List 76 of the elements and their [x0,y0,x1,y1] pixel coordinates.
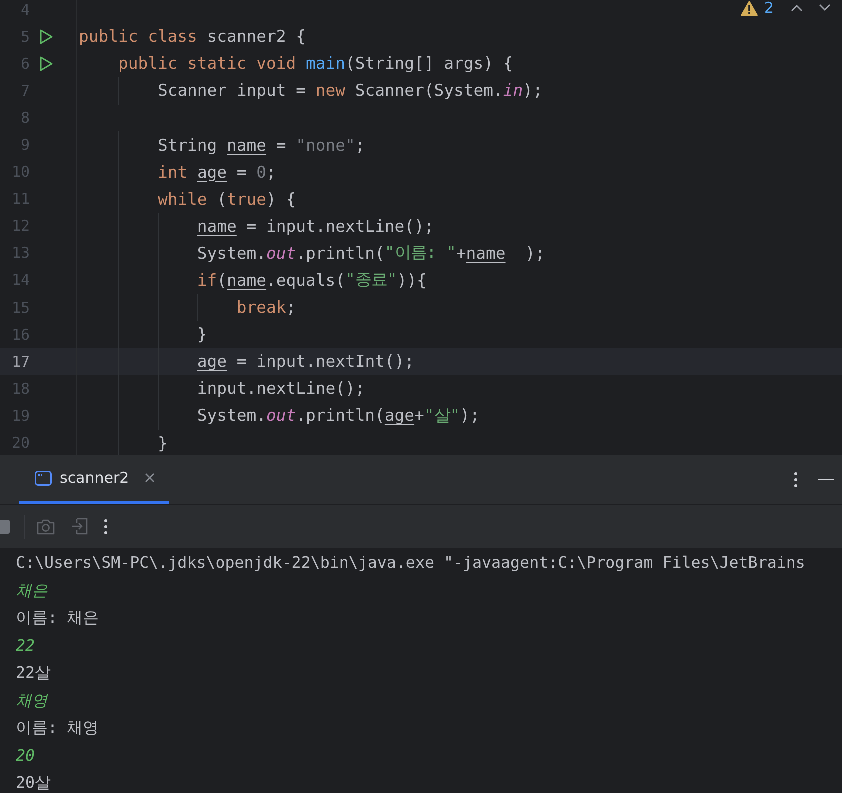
variable-name: name [197,216,237,236]
static-field: in [503,81,524,100]
chevron-down-icon[interactable] [818,3,832,13]
unused-value: "none" [296,136,356,155]
keyword-text: int [158,162,189,182]
code-text: = [276,136,288,155]
code-text: )){ [397,270,427,290]
more-icon[interactable] [104,518,108,534]
code-text: ; [355,136,366,155]
keyword-text: while [158,190,208,209]
console-input-text: 22 [16,634,36,656]
line-number: 17 [10,352,30,371]
close-icon[interactable] [145,473,156,483]
unused-value: 0 [256,162,267,182]
run-icon[interactable] [38,56,54,72]
code-text: = input.nextInt(); [236,352,415,372]
console-output-text: 22살 [16,662,52,684]
code-text: + [456,244,466,263]
variable-name: age [197,162,228,182]
keyword-text: true [227,190,267,209]
keyword-text: break [236,298,286,318]
code-text: = input.nextLine(); [246,216,434,236]
code-text: } [158,434,168,453]
keyword-text: new [316,81,346,100]
string-literal: "이름: " [384,242,456,264]
code-text: ); [526,244,546,263]
run-icon[interactable] [38,28,54,45]
code-text: ) { [266,190,296,209]
console-input-text: 채영 [16,690,48,712]
variable-name: age [384,406,415,426]
console-output-text: 20살 [16,772,52,793]
code-text: input.nextLine(); [197,379,366,398]
keyword-text: public static void [118,54,298,74]
console-input-text: 20 [16,744,36,766]
keyword-text: if [197,270,218,290]
code-text: Scanner input = [158,81,307,100]
code-text: ( [217,190,228,209]
console-output-text: C:\Users\SM-PC\.jdks\openjdk-22\bin\java.exe "-javaagent:C:\Program Files\JetBrains [16,552,806,574]
code-text: Scanner(System. [355,81,504,100]
code-text: .equals( [266,270,346,290]
code-text: + [414,406,424,426]
string-literal: "종료" [345,269,398,292]
code-text: ; [286,298,296,318]
code-text: } [197,325,208,344]
minimize-icon[interactable] [818,478,834,480]
warning-count: 2 [764,0,774,17]
console-input-text: 채은 [16,580,48,602]
code-text: .println( [296,244,385,263]
chevron-up-icon[interactable] [790,3,804,13]
code-text: System. [197,244,266,263]
code-text: ; [266,162,276,182]
code-text: (String[] args) { [345,54,514,74]
code-text: ); [460,406,480,426]
static-field: out [266,406,296,426]
method-name: main [306,54,346,74]
variable-name: name [227,136,267,155]
console-output-text: 이름: 채은 [16,607,100,629]
code-text: ); [523,81,543,100]
static-field: out [266,244,296,263]
console-output-text: 이름: 채영 [16,717,100,739]
variable-name: name [466,244,506,263]
code-text: ( [217,270,228,290]
code-text: String [158,136,218,155]
more-icon[interactable] [794,472,798,488]
code-text: .println( [296,406,385,426]
code-text: scanner2 { [207,27,306,46]
console-icon [35,470,52,486]
warning-icon[interactable] [741,0,758,16]
run-tab[interactable]: scanner2 [19,455,170,504]
stop-icon[interactable] [0,520,10,534]
code-text: = [236,162,248,182]
code-text: System. [197,406,266,426]
variable-name: age [197,352,228,372]
variable-name: name [227,270,267,290]
string-literal: "살" [424,404,460,427]
keyword-text: public class [79,27,198,46]
